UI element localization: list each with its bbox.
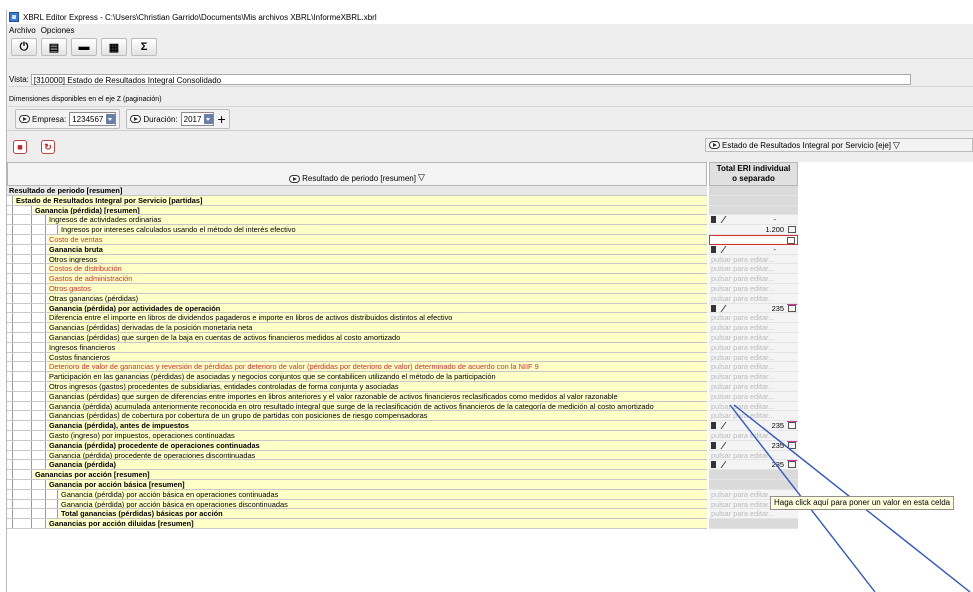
app-window: XBRL Editor Express - C:\Users\Christian… (6, 10, 973, 592)
cell-tooltip: Haga click aquí para poner un valor en e… (770, 496, 955, 510)
